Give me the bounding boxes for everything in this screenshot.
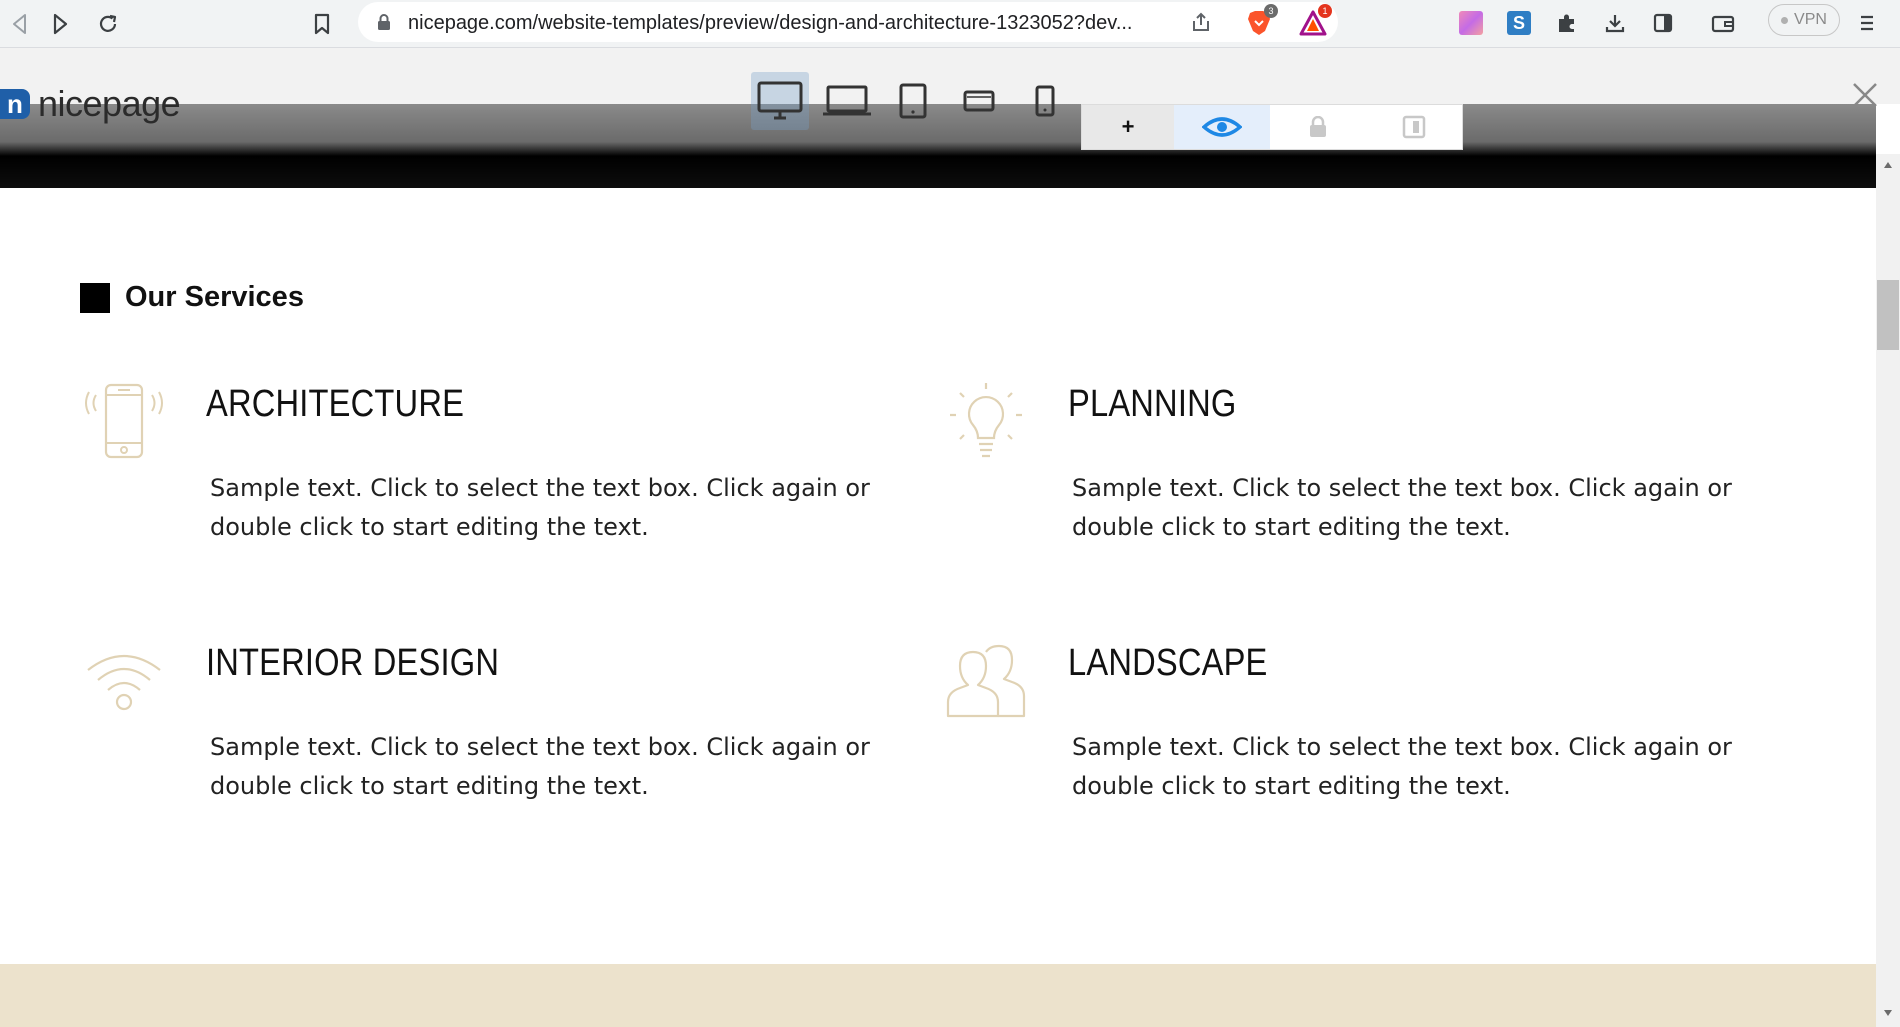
lock-mode-button[interactable] — [1270, 105, 1366, 149]
tablet-icon — [899, 83, 927, 119]
service-card: PLANNING Sample text. Click to select th… — [946, 381, 1732, 551]
service-title: INTERIOR DESIGN — [206, 642, 500, 684]
vpn-button[interactable]: VPN — [1768, 4, 1840, 36]
compare-icon — [1402, 115, 1426, 139]
smartphone-vibrate-icon — [85, 383, 163, 459]
gradient-extension-button[interactable] — [1456, 8, 1486, 38]
heading-square-marker — [80, 282, 110, 313]
nicepage-logo[interactable]: n nicepage — [0, 83, 181, 124]
brave-rewards-button[interactable]: 1 — [1298, 4, 1332, 38]
puzzle-icon — [1559, 14, 1574, 32]
forward-button[interactable] — [42, 6, 78, 42]
gradient-extension-icon — [1459, 11, 1483, 35]
back-button[interactable] — [2, 6, 38, 42]
scroll-up-button[interactable] — [1881, 158, 1895, 172]
section-title: Our Services — [125, 281, 304, 313]
hamburger-menu-icon — [1861, 15, 1873, 31]
s-extension-icon: S — [1507, 11, 1531, 35]
wallet-button[interactable] — [1708, 8, 1738, 38]
preview-mode-panel: + — [1081, 104, 1463, 150]
service-card: INTERIOR DESIGN Sample text. Click to se… — [84, 640, 870, 810]
sidebar-icon — [1653, 13, 1673, 33]
phone-icon — [1035, 85, 1055, 117]
users-icon — [946, 644, 1026, 718]
laptop-icon — [823, 85, 871, 116]
desktop-icon — [757, 81, 803, 120]
share-icon[interactable] — [1190, 11, 1212, 33]
extensions-button[interactable] — [1552, 8, 1582, 38]
reload-icon — [99, 14, 117, 32]
eye-icon — [1202, 117, 1242, 137]
bookmark-button[interactable] — [304, 6, 340, 42]
lightbulb-icon — [950, 383, 1022, 458]
bookmark-icon — [314, 13, 330, 35]
downloads-button[interactable] — [1600, 8, 1630, 38]
scrollbar-thumb[interactable] — [1877, 280, 1899, 350]
section-heading: Our Services — [80, 281, 304, 314]
lock-icon — [1310, 116, 1326, 137]
browser-toolbar: nicepage.com/website-templates/preview/d… — [0, 0, 1900, 48]
preview-eye-button[interactable] — [1174, 105, 1270, 149]
service-card: ARCHITECTURE Sample text. Click to selec… — [84, 381, 870, 551]
caret-up-icon — [1884, 162, 1892, 168]
device-tablet-landscape-button[interactable] — [950, 72, 1008, 130]
nicepage-logo-mark: n — [0, 89, 30, 119]
url-text: nicepage.com/website-templates/preview/d… — [408, 12, 1133, 34]
plus-label: + — [1121, 114, 1135, 139]
next-section-band — [0, 964, 1876, 1027]
service-title: LANDSCAPE — [1068, 642, 1268, 684]
service-title: PLANNING — [1068, 383, 1237, 425]
brave-shields-button[interactable]: 3 — [1244, 4, 1278, 38]
tablet-landscape-icon — [963, 90, 995, 112]
nicepage-logo-text: nicepage — [38, 83, 181, 124]
wallet-icon — [1711, 15, 1735, 33]
vpn-status-dot-icon — [1781, 16, 1789, 24]
device-phone-button[interactable] — [1016, 72, 1074, 130]
caret-down-icon — [1884, 1010, 1892, 1016]
scroll-down-button[interactable] — [1881, 1006, 1895, 1020]
reload-button[interactable] — [90, 6, 126, 42]
download-icon — [1605, 15, 1625, 33]
address-bar[interactable]: nicepage.com/website-templates/preview/d… — [358, 2, 1338, 42]
device-laptop-button[interactable] — [818, 72, 876, 130]
wifi-icon — [87, 654, 161, 711]
compare-mode-button[interactable] — [1366, 105, 1462, 149]
service-title: ARCHITECTURE — [206, 383, 465, 425]
rewards-count-badge: 1 — [1318, 4, 1332, 18]
services-section: Our Services ARCHITECTURE Sample text. C… — [0, 188, 1876, 964]
service-description: Sample text. Click to select the text bo… — [210, 733, 870, 800]
back-arrow-icon — [13, 14, 26, 34]
service-description: Sample text. Click to select the text bo… — [1072, 474, 1732, 541]
device-tablet-button[interactable] — [884, 72, 942, 130]
play-forward-icon — [53, 13, 68, 35]
s-extension-button[interactable]: S — [1504, 8, 1534, 38]
close-preview-button[interactable] — [1848, 78, 1882, 112]
device-desktop-button[interactable] — [751, 72, 809, 130]
service-description: Sample text. Click to select the text bo… — [1072, 733, 1732, 800]
shields-count-badge: 3 — [1264, 4, 1278, 18]
sidebar-button[interactable] — [1648, 8, 1678, 38]
service-card: LANDSCAPE Sample text. Click to select t… — [946, 640, 1732, 810]
add-template-button[interactable]: + — [1082, 105, 1174, 149]
vpn-label: VPN — [1794, 11, 1827, 28]
lock-icon — [378, 14, 390, 30]
service-description: Sample text. Click to select the text bo… — [210, 474, 870, 541]
close-icon — [1853, 83, 1877, 107]
browser-menu-button[interactable] — [1852, 8, 1882, 38]
